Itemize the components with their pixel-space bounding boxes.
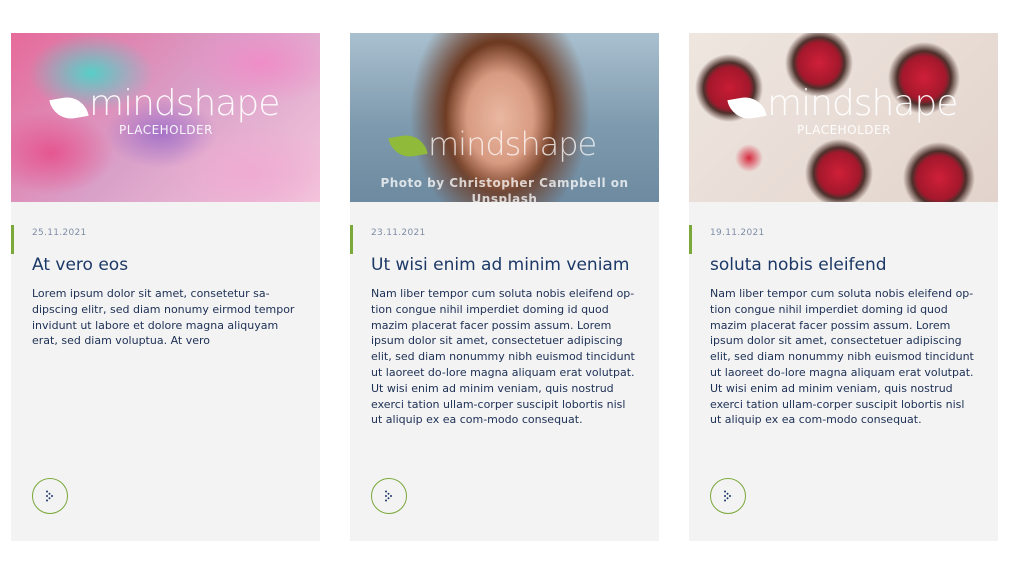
news-card[interactable]: mindshape Photo by Christopher Campbell … xyxy=(350,33,659,541)
card-image[interactable]: mindshape Photo by Christopher Campbell … xyxy=(350,33,659,202)
watermark-subtitle: PLACEHOLDER xyxy=(797,123,891,137)
card-image[interactable]: mindshape PLACEHOLDER xyxy=(689,33,998,202)
card-title[interactable]: soluta nobis eleifend xyxy=(710,254,977,276)
card-image[interactable]: mindshape PLACEHOLDER xyxy=(11,33,320,202)
leaf-logo-icon xyxy=(49,94,89,122)
watermark-brand: mindshape xyxy=(428,125,597,163)
card-date: 19.11.2021 xyxy=(710,228,765,238)
watermark-subtitle: PLACEHOLDER xyxy=(119,123,213,137)
accent-bar xyxy=(689,225,692,254)
watermark-brand: mindshape xyxy=(89,83,280,124)
card-body: 23.11.2021 Ut wisi enim ad minim veniam … xyxy=(350,202,659,428)
news-card[interactable]: mindshape PLACEHOLDER 19.11.2021 soluta … xyxy=(689,33,998,541)
leaf-logo-icon xyxy=(388,132,428,160)
accent-bar xyxy=(350,225,353,254)
card-text: Lorem ipsum dolor sit amet, consetetur s… xyxy=(32,287,295,348)
arrow-right-icon xyxy=(46,490,53,502)
accent-bar xyxy=(11,225,14,254)
card-date: 25.11.2021 xyxy=(32,228,87,238)
read-more-button[interactable] xyxy=(32,478,68,514)
read-more-button[interactable] xyxy=(371,478,407,514)
read-more-button[interactable] xyxy=(710,478,746,514)
card-body: 19.11.2021 soluta nobis eleifend Nam lib… xyxy=(689,202,998,428)
card-date: 23.11.2021 xyxy=(371,228,426,238)
arrow-right-icon xyxy=(724,490,731,502)
watermark-brand: mindshape xyxy=(767,83,958,124)
card-text: Nam liber tempor cum soluta nobis eleife… xyxy=(371,287,635,427)
card-title[interactable]: At vero eos xyxy=(32,254,299,276)
leaf-logo-icon xyxy=(727,94,767,122)
arrow-right-icon xyxy=(385,490,392,502)
card-body: 25.11.2021 At vero eos Lorem ipsum dolor… xyxy=(11,202,320,349)
news-card[interactable]: mindshape PLACEHOLDER 25.11.2021 At vero… xyxy=(11,33,320,541)
card-title[interactable]: Ut wisi enim ad minim veniam xyxy=(371,254,638,276)
card-text: Nam liber tempor cum soluta nobis eleife… xyxy=(710,287,974,427)
photo-credit: Photo by Christopher Campbell on Unsplas… xyxy=(380,176,629,202)
